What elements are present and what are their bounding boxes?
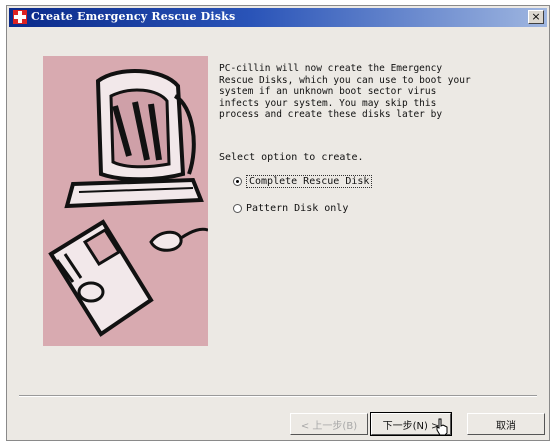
option-pattern-disk-only[interactable]: Pattern Disk only [233,203,348,214]
radio-selected-icon[interactable] [233,177,242,186]
radio-unselected-icon[interactable] [233,204,242,213]
option-complete-rescue-disk[interactable]: Complete Rescue Disk [233,175,373,188]
separator [19,395,537,397]
app-icon [13,10,27,24]
cancel-button[interactable]: 取消 [467,413,545,435]
select-option-label: Select option to create. [219,152,364,163]
option-pattern-label: Pattern Disk only [246,203,349,214]
close-button[interactable]: × [528,10,544,24]
title-bar: Create Emergency Rescue Disks × [9,8,547,27]
dialog-window: Create Emergency Rescue Disks × PC-cilli… [6,5,550,441]
computer-illustration [43,56,208,346]
back-button[interactable]: < 上一步(B) [290,413,368,435]
hand-cursor-icon [436,418,448,436]
option-complete-label: Complete Rescue Disk [246,175,373,188]
window-title: Create Emergency Rescue Disks [31,10,236,23]
description-text: PC-cillin will now create the Emergency … [219,63,471,120]
